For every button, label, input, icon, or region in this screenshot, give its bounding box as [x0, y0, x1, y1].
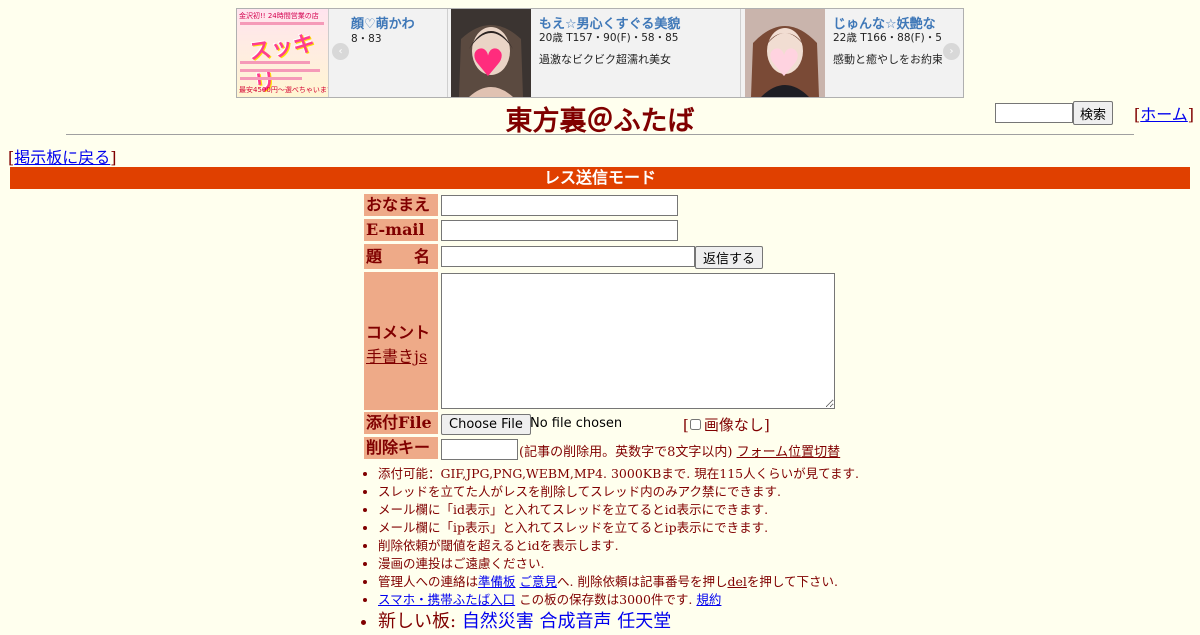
- ad-left-line1: 金沢初!! 24時間営業の店: [239, 12, 319, 20]
- new-board-link[interactable]: 合成音声: [540, 611, 612, 632]
- bracket-open: [: [683, 416, 689, 434]
- storage-note: この板の保存数は3000件です.: [519, 592, 693, 607]
- file-status-text: No file chosen: [530, 416, 623, 431]
- rule-item: 添付可能：GIF,JPG,PNG,WEBM,MP4. 3000KBまで. 現在1…: [378, 465, 859, 483]
- ad-card-spec: 8・83: [351, 33, 382, 45]
- rule-item-contact: 管理人への連絡は準備板 ご意見へ. 削除依頼は記事番号を押しdelを押して下さい…: [378, 573, 859, 591]
- ad-card[interactable]: ♥ じゅんな☆妖艶な 22歳 T166・88(F)・5 感動と癒やしをお約束: [742, 9, 942, 97]
- ad-decor: [240, 77, 302, 80]
- mobile-entrance-link[interactable]: スマホ・携帯ふたば入口: [378, 592, 515, 607]
- del-link[interactable]: del: [727, 574, 746, 589]
- ad-banner[interactable]: 金沢初!! 24時間営業の店 スッキリ 最安4500円～選べちゃいます! ‹ 顔…: [236, 8, 964, 98]
- rule-item: メール欄に「ip表示」と入れてスレッドを立てるとip表示にできます.: [378, 519, 859, 537]
- bracket-close: ]: [763, 416, 770, 434]
- ad-card-spec: 20歳 T157・90(F)・58・85: [539, 32, 679, 44]
- delete-key-input[interactable]: [441, 439, 518, 460]
- ad-card-spec: 22歳 T166・88(F)・5: [833, 32, 942, 44]
- contact-middle: へ. 削除依頼は記事番号を押し: [557, 574, 728, 589]
- subject-label: 題 名: [364, 244, 438, 269]
- comment-label-cell: コメント 手書きjs: [364, 272, 438, 410]
- rule-item-new-boards: 新しい板: 自然災害 合成音声 任天堂: [378, 609, 859, 635]
- rules-list: 添付可能：GIF,JPG,PNG,WEBM,MP4. 3000KBまで. 現在1…: [360, 465, 859, 635]
- no-image-label: 画像なし: [703, 416, 764, 434]
- ad-card[interactable]: ♥ もえ☆男心くすぐる美貌 20歳 T157・90(F)・58・85 過激なビク…: [448, 9, 741, 97]
- ad-card-desc: 過激なビクビク超濡れ美女: [539, 53, 671, 66]
- heart-icon: ♥: [767, 41, 802, 85]
- rule-item: 漫画の連投はご遠慮ください.: [378, 555, 859, 573]
- ad-card-title: 顔♡萌かわ: [351, 17, 415, 32]
- ad-decor: [240, 61, 310, 64]
- search-form: 検索: [995, 101, 1114, 125]
- new-board-link[interactable]: 自然災害: [462, 611, 534, 632]
- comment-textarea[interactable]: [441, 273, 835, 409]
- form-position-toggle-link[interactable]: フォーム位置切替: [737, 445, 841, 460]
- no-image-checkbox[interactable]: [689, 419, 701, 430]
- heart-icon: ♥: [471, 41, 506, 85]
- ad-card-photo: ♥: [451, 9, 531, 97]
- junbi-board-link[interactable]: 準備板: [478, 574, 516, 589]
- reply-mode-bar: レス送信モード: [10, 167, 1190, 189]
- rule-item: 削除依頼が閾値を超えるとidを表示します.: [378, 537, 859, 555]
- handwrite-js-link[interactable]: 手書きjs: [366, 347, 427, 366]
- rule-item: メール欄に「id表示」と入れてスレッドを立てるとid表示にできます.: [378, 501, 859, 519]
- new-boards-label: 新しい板:: [378, 611, 457, 632]
- carousel-next-icon[interactable]: ›: [943, 43, 960, 60]
- rule-item: スレッドを立てた人がレスを削除してスレッド内のみアク禁にできます.: [378, 483, 859, 501]
- feedback-link[interactable]: ご意見: [520, 574, 558, 589]
- contact-suffix: を押して下さい.: [746, 574, 838, 589]
- terms-link[interactable]: 規約: [696, 592, 721, 607]
- search-button[interactable]: 検索: [1073, 101, 1114, 125]
- ad-left-image[interactable]: 金沢初!! 24時間営業の店 スッキリ 最安4500円～選べちゃいます!: [237, 9, 329, 97]
- delete-key-note-line: (記事の削除用。英数字で8文字以内) フォーム位置切替: [519, 441, 840, 460]
- new-board-link[interactable]: 任天堂: [617, 611, 671, 632]
- back-nav: [掲示板に戻る]: [8, 144, 117, 168]
- name-input[interactable]: [441, 195, 678, 216]
- ad-card-desc: 感動と癒やしをお約束: [833, 53, 942, 66]
- no-image-option: [ 画像なし]: [683, 414, 770, 435]
- email-label: E-mail: [364, 219, 438, 241]
- ad-decor: [240, 69, 320, 72]
- home-link[interactable]: ホーム: [1140, 105, 1188, 124]
- reply-submit-button[interactable]: 返信する: [695, 246, 764, 269]
- subject-input[interactable]: [441, 246, 695, 267]
- delete-key-note: (記事の削除用。英数字で8文字以内): [519, 445, 733, 460]
- email-input[interactable]: [441, 220, 678, 241]
- rule-item-mobile: スマホ・携帯ふたば入口 この板の保存数は3000件です. 規約: [378, 591, 859, 609]
- search-input[interactable]: [995, 103, 1073, 123]
- divider: [66, 134, 1134, 135]
- bracket-close: ]: [1187, 105, 1195, 124]
- ad-left-bottom-text: 最安4500円～選べちゃいます!: [239, 86, 329, 94]
- back-to-board-link[interactable]: 掲示板に戻る: [14, 148, 110, 167]
- ad-card[interactable]: 顔♡萌かわ 8・83: [351, 9, 448, 97]
- choose-file-button[interactable]: Choose File: [441, 414, 531, 435]
- ad-card-photo: ♥: [745, 9, 825, 97]
- name-label: おなまえ: [364, 194, 438, 216]
- delete-key-label: 削除キー: [364, 437, 438, 459]
- file-label: 添付File: [364, 412, 438, 434]
- home-nav: [ホーム]: [1134, 101, 1194, 125]
- contact-prefix: 管理人への連絡は: [378, 574, 479, 589]
- comment-label: コメント: [366, 323, 431, 342]
- carousel-prev-icon[interactable]: ‹: [332, 43, 349, 60]
- bracket-close: ]: [110, 148, 117, 167]
